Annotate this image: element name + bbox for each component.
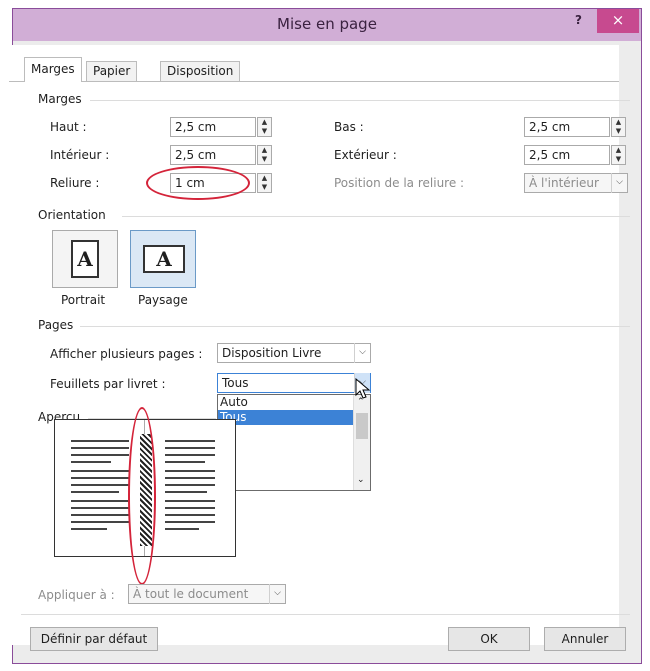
preview-text-line [71,470,129,472]
dropdown-option[interactable]: 12 [218,455,370,470]
footer-divider [21,614,630,615]
plusieurs-pages-select[interactable]: Disposition Livre [217,343,371,363]
reliure-spinner[interactable]: ▲ ▼ [257,173,272,193]
preview-text-line [71,454,129,456]
portrait-label: Portrait [61,293,106,307]
tab-divider [9,81,619,82]
interieur-field[interactable]: 2,5 cm [170,145,256,165]
feuillets-dropdown-list[interactable]: Auto Tous 4 8 12 16 ⌃ ⌄ [217,394,371,491]
tab-marges[interactable]: Marges [24,57,82,82]
mouse-cursor-icon [355,378,371,399]
dropdown-option[interactable]: 4 [218,425,370,440]
haut-label: Haut : [50,120,87,134]
preview-text-line [165,461,205,463]
exterieur-field[interactable]: 2,5 cm [524,145,610,165]
chevron-down-icon[interactable]: ⌵ [354,343,370,363]
interieur-spinner[interactable]: ▲ ▼ [257,145,272,165]
feuillets-select[interactable]: Tous [217,373,371,393]
paysage-label: Paysage [138,293,188,307]
preview-text-line [165,477,215,479]
preview-text-line [165,484,215,486]
ok-button[interactable]: OK [448,627,530,651]
scroll-thumb[interactable] [356,413,368,439]
group-title-pages: Pages [38,318,74,332]
chevron-down-icon: ⌵ [269,584,285,604]
preview-text-line [165,500,215,502]
dropdown-option[interactable]: 8 [218,440,370,455]
preview-text-line [71,440,129,442]
group-divider [122,216,630,217]
default-button[interactable]: Définir par défaut [30,627,158,651]
dropdown-option-selected[interactable]: Tous [218,410,370,425]
portrait-page-icon: A [71,240,99,278]
group-divider [90,100,630,101]
scroll-down-icon[interactable]: ⌄ [357,475,365,485]
preview-text-line [71,461,111,463]
paysage-button[interactable]: A [130,230,196,288]
position-reliure-label: Position de la reliure : [334,176,465,190]
preview-text-line [165,454,215,456]
preview-text-line [165,507,215,509]
bas-spinner[interactable]: ▲ ▼ [611,117,626,137]
tab-disposition[interactable]: Disposition [160,61,241,81]
window-title: Mise en page [277,15,377,33]
preview-text-line [71,500,129,502]
appliquer-select: À tout le document [128,584,286,604]
preview-text-line [165,447,215,449]
appliquer-label: Appliquer à : [38,588,115,602]
interieur-label: Intérieur : [50,148,110,162]
group-title-orientation: Orientation [38,208,106,222]
preview-text-line [165,440,215,442]
feuillets-label: Feuillets par livret : [50,377,166,391]
dropdown-option[interactable]: Auto [218,395,370,410]
preview-text-line [71,521,129,523]
preview-text-line [71,528,107,530]
exterieur-spinner[interactable]: ▲ ▼ [611,145,626,165]
annotation-circle [128,407,156,585]
plusieurs-pages-label: Afficher plusieurs pages : [50,347,203,361]
group-divider [80,326,630,327]
reliure-label: Reliure : [50,176,100,190]
paysage-page-icon: A [143,245,185,273]
haut-spinner[interactable]: ▲ ▼ [257,117,272,137]
portrait-button[interactable]: A [52,230,118,288]
preview-text-line [71,447,129,449]
preview-text-line [165,514,215,516]
group-title-marges: Marges [38,92,82,106]
cancel-button[interactable]: Annuler [544,627,626,651]
help-icon[interactable]: ? [575,13,582,27]
bas-label: Bas : [334,120,364,134]
close-icon[interactable]: × [597,9,639,33]
preview-text-line [71,491,119,493]
title-bar: Mise en page ? × [13,9,641,41]
preview-text-line [165,470,215,472]
exterieur-label: Extérieur : [334,148,397,162]
preview-text-line [165,521,215,523]
bas-field[interactable]: 2,5 cm [524,117,610,137]
preview-text-line [71,514,129,516]
tab-papier[interactable]: Papier [86,61,138,81]
dropdown-scrollbar[interactable]: ⌃ ⌄ [353,395,370,490]
preview-text-line [71,484,129,486]
preview-text-line [71,477,129,479]
dropdown-option[interactable]: 16 [218,470,370,485]
chevron-down-icon: ⌵ [611,173,627,193]
haut-field[interactable]: 2,5 cm [170,117,256,137]
preview-text-line [165,491,207,493]
annotation-circle [146,166,250,200]
preview-text-line [71,507,129,509]
preview-text-line [165,528,199,530]
